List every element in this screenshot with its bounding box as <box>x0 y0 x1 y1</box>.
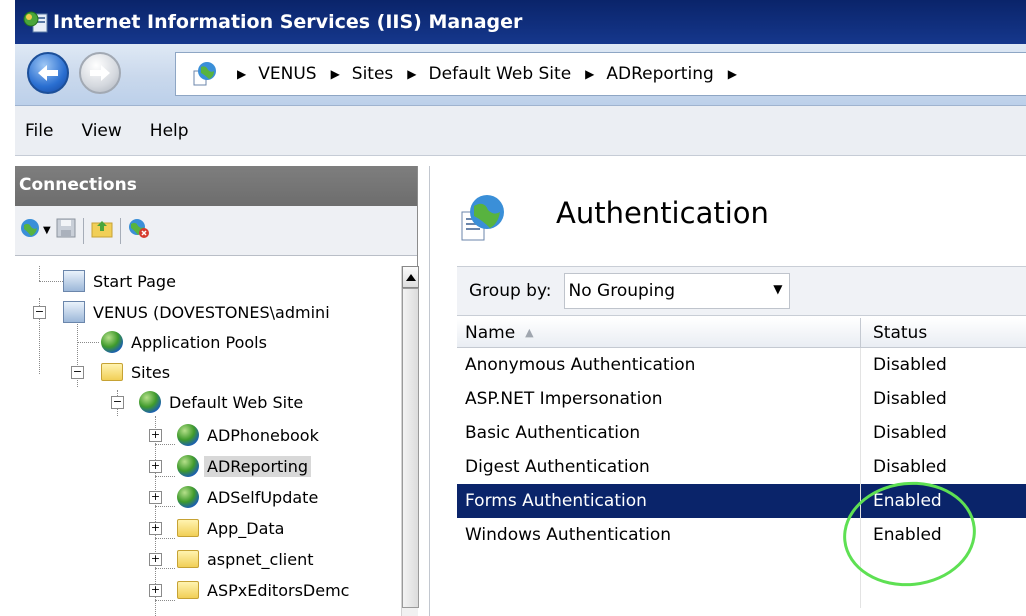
back-arrow-icon <box>38 65 58 81</box>
toolbar-separator <box>119 217 121 244</box>
scroll-up-arrow-icon <box>405 273 416 281</box>
expand-toggle[interactable]: + <box>149 553 162 566</box>
column-header-status[interactable]: Status <box>861 318 1026 347</box>
iis-app-icon <box>23 10 49 34</box>
table-row[interactable]: Windows Authentication Enabled <box>457 518 1026 552</box>
tree-item-application-pools[interactable]: Application Pools <box>101 327 270 357</box>
expand-toggle[interactable]: + <box>149 429 162 442</box>
tree-item-default-web-site[interactable]: Default Web Site <box>139 387 306 417</box>
folder-icon <box>177 519 199 537</box>
up-folder-icon[interactable] <box>90 217 114 244</box>
expand-toggle[interactable]: + <box>149 584 162 597</box>
group-by-select[interactable]: No Grouping ▼ <box>563 273 790 309</box>
authentication-grid: Name ▲ Status Anonymous Authentication D… <box>457 318 1026 608</box>
table-row[interactable]: Digest Authentication Disabled <box>457 450 1026 484</box>
connections-panel: Connections ▼ Start Page − VENUS (DOVEST… <box>15 166 419 616</box>
tree-item-aspnet-client[interactable]: aspnet_client <box>177 544 317 574</box>
web-app-icon <box>177 424 199 446</box>
start-page-icon <box>63 270 85 292</box>
group-by-bar: Group by: No Grouping ▼ <box>457 266 1026 316</box>
website-globe-icon <box>139 391 161 413</box>
group-by-value: No Grouping <box>568 281 676 301</box>
breadcrumb-adreporting[interactable]: ADReporting ▶ <box>606 64 749 84</box>
scroll-thumb[interactable] <box>402 288 419 608</box>
address-breadcrumb[interactable]: ▶ VENUS ▶ Sites ▶ Default Web Site ▶ ADRepo… <box>175 52 1026 96</box>
chevron-down-icon: ▼ <box>773 282 783 296</box>
table-row[interactable]: ASP.NET Impersonation Disabled <box>457 382 1026 416</box>
tree-item-aspxeditorsdemo[interactable]: ASPxEditorsDemc <box>177 575 352 605</box>
connect-globe-icon[interactable] <box>19 217 41 244</box>
scroll-up-button[interactable] <box>402 266 419 288</box>
grid-header: Name ▲ Status <box>457 318 1026 348</box>
breadcrumb-default-web-site[interactable]: Default Web Site ▶ <box>429 64 607 84</box>
column-header-name[interactable]: Name ▲ <box>457 318 861 347</box>
table-row[interactable]: Anonymous Authentication Disabled <box>457 348 1026 382</box>
tree-item-adselfupdate[interactable]: ADSelfUpdate <box>177 482 321 512</box>
connections-toolbar: ▼ <box>15 206 417 256</box>
navigation-bar: ▶ VENUS ▶ Sites ▶ Default Web Site ▶ ADRepo… <box>15 44 1026 106</box>
back-button[interactable] <box>27 52 69 94</box>
group-by-label: Group by: <box>469 281 552 301</box>
breadcrumb-venus[interactable]: VENUS ▶ <box>258 64 352 84</box>
sort-ascending-icon: ▲ <box>525 326 534 339</box>
window-title-bar[interactable]: Internet Information Services (IIS) Mana… <box>15 0 1026 44</box>
toolbar-separator <box>82 217 84 244</box>
menu-view[interactable]: View <box>81 121 121 141</box>
tree-item-sites[interactable]: Sites <box>101 357 173 387</box>
tree-item-server[interactable]: VENUS (DOVESTONES\admini <box>63 297 333 327</box>
feature-panel: Authentication Group by: No Grouping ▼ N… <box>429 166 1026 616</box>
window-title: Internet Information Services (IIS) Mana… <box>53 11 523 33</box>
expand-toggle[interactable]: + <box>149 491 162 504</box>
table-row-selected[interactable]: Forms Authentication Enabled <box>457 484 1026 518</box>
menu-help[interactable]: Help <box>150 121 189 141</box>
grid-body: Anonymous Authentication Disabled ASP.NE… <box>457 348 1026 608</box>
expand-toggle[interactable]: + <box>149 522 162 535</box>
breadcrumb-root-arrow[interactable]: ▶ <box>223 67 258 81</box>
virtual-dir-icon <box>177 581 199 599</box>
collapse-toggle[interactable]: − <box>71 366 84 379</box>
menu-file[interactable]: File <box>25 121 53 141</box>
breadcrumb-sites[interactable]: Sites ▶ <box>352 64 429 84</box>
globe-page-icon <box>192 61 218 87</box>
dropdown-arrow-icon[interactable]: ▼ <box>43 225 51 236</box>
connections-tree[interactable]: Start Page − VENUS (DOVESTONES\admini Ap… <box>15 266 401 616</box>
forward-button[interactable] <box>79 52 121 94</box>
table-row[interactable]: Basic Authentication Disabled <box>457 416 1026 450</box>
tree-item-adphonebook[interactable]: ADPhonebook <box>177 420 322 450</box>
server-icon <box>63 301 85 323</box>
web-app-icon <box>177 486 199 508</box>
expand-toggle[interactable]: + <box>149 460 162 473</box>
menu-bar: File View Help <box>15 106 1026 156</box>
folder-icon <box>177 550 199 568</box>
collapse-toggle[interactable]: − <box>33 306 46 319</box>
web-app-icon <box>177 455 199 477</box>
tree-item-adreporting[interactable]: ADReporting <box>177 451 312 481</box>
collapse-toggle[interactable]: − <box>111 396 124 409</box>
save-icon[interactable] <box>55 217 77 244</box>
disconnect-icon[interactable] <box>127 217 151 244</box>
feature-header: Authentication <box>430 166 1026 264</box>
page-title: Authentication <box>556 196 769 230</box>
authentication-icon <box>460 192 506 249</box>
sites-folder-icon <box>101 363 123 381</box>
app-pools-icon <box>101 331 123 353</box>
forward-arrow-icon <box>90 65 110 81</box>
tree-item-start-page[interactable]: Start Page <box>63 266 179 296</box>
tree-scrollbar[interactable] <box>401 266 419 616</box>
connections-header: Connections <box>15 166 417 206</box>
tree-item-app-data[interactable]: App_Data <box>177 513 287 543</box>
